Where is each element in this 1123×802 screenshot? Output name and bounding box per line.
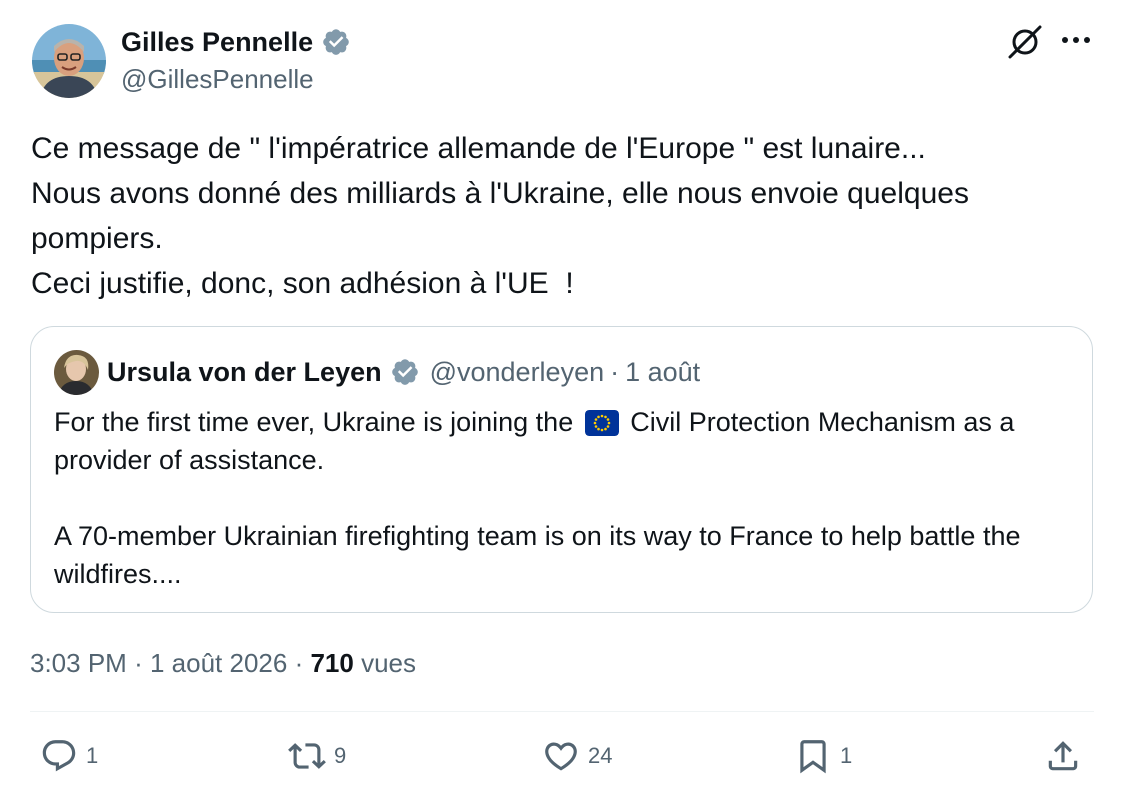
quoted-date[interactable]: 1 août — [625, 357, 700, 388]
retweet-icon — [288, 743, 326, 769]
tweet-text: Ce message de " l'impératrice allemande … — [31, 126, 1101, 306]
reply-icon — [42, 740, 76, 772]
eu-flag-icon — [584, 410, 619, 436]
quoted-author-name[interactable]: Ursula von der Leyen — [107, 357, 382, 388]
verified-badge-icon — [391, 359, 418, 385]
like-count: 24 — [588, 743, 613, 768]
grok-icon — [1008, 25, 1042, 59]
tweet-text-line: Ceci justifie, donc, son adhésion à l'UE… — [31, 267, 574, 300]
quoted-author-avatar[interactable] — [54, 350, 99, 395]
quoted-author-handle[interactable]: @vonderleyen — [430, 357, 605, 388]
grok-button[interactable] — [1006, 23, 1044, 61]
views-label: vues — [361, 648, 417, 678]
divider — [30, 711, 1094, 712]
bookmark-icon — [800, 740, 826, 774]
quoted-text-before-flag: For the first time ever, Ukraine is join… — [54, 407, 574, 437]
author-name[interactable]: Gilles Pennelle — [121, 26, 351, 58]
bookmark-button[interactable]: 1 — [794, 735, 852, 777]
tweet-time[interactable]: 3:03 PM — [30, 648, 127, 678]
tweet-meta: 3:03 PM · 1 août 2026 · 710 vues — [30, 648, 416, 679]
tweet-text-line: Ce message de " l'impératrice allemande … — [31, 132, 926, 165]
retweet-count: 9 — [334, 743, 347, 768]
separator-dot: · — [134, 648, 143, 678]
reply-count: 1 — [86, 743, 99, 768]
tweet-text-line: Nous avons donné des milliards à l'Ukrai… — [31, 177, 978, 255]
quoted-header: Ursula von der Leyen @vonderleyen · 1 ao… — [107, 355, 700, 389]
quoted-tweet[interactable]: Ursula von der Leyen @vonderleyen · 1 ao… — [30, 326, 1093, 613]
quoted-text: For the first time ever, Ukraine is join… — [54, 403, 1084, 593]
author-handle[interactable]: @GillesPennelle — [121, 64, 314, 94]
bookmark-count: 1 — [840, 743, 853, 768]
quoted-paragraph-2: A 70-member Ukrainian firefighting team … — [54, 521, 1021, 589]
retweet-button[interactable]: 9 — [288, 735, 346, 777]
heart-icon — [545, 742, 577, 771]
share-button[interactable] — [1044, 735, 1082, 777]
more-button[interactable] — [1058, 22, 1094, 58]
reply-button[interactable]: 1 — [40, 735, 98, 777]
quoted-paragraph-1: For the first time ever, Ukraine is join… — [54, 403, 1084, 479]
tweet-date[interactable]: 1 août 2026 — [150, 648, 287, 678]
verified-badge-icon — [323, 29, 349, 55]
views-count: 710 — [310, 648, 354, 678]
like-button[interactable]: 24 — [542, 735, 612, 777]
share-icon — [1048, 741, 1078, 771]
tweet: Gilles Pennelle @GillesPennelle Ce messa… — [0, 0, 1123, 802]
author-name-text[interactable]: Gilles Pennelle — [121, 26, 313, 58]
separator-dot: · — [294, 648, 304, 678]
author-avatar[interactable] — [32, 24, 106, 98]
separator-dot: · — [610, 356, 620, 387]
more-dots-icon — [1062, 37, 1090, 43]
